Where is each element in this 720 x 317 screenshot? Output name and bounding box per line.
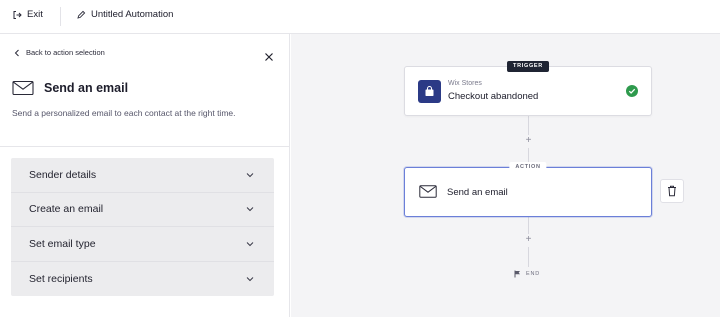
close-icon	[265, 53, 273, 61]
chevron-left-icon	[14, 49, 19, 56]
trigger-node[interactable]: TRIGGER Wix Stores Checkout abandoned	[404, 61, 652, 116]
action-label: Send an email	[447, 187, 508, 198]
flow-end-marker: END	[514, 270, 540, 278]
close-button[interactable]	[264, 49, 274, 67]
panel-description: Send a personalized email to each contac…	[12, 108, 236, 118]
trash-icon	[668, 185, 676, 197]
section-label: Create an email	[29, 203, 104, 216]
envelope-icon	[419, 185, 437, 198]
flag-icon	[514, 270, 520, 278]
trigger-event-name: Checkout abandoned	[448, 91, 539, 102]
topbar-divider	[60, 7, 61, 26]
action-settings-panel: Back to action selection Send an email S…	[0, 34, 290, 317]
top-bar: Exit Untitled Automation	[0, 0, 720, 34]
set-email-type-section[interactable]: Set email type	[11, 227, 274, 262]
trigger-tag: TRIGGER	[507, 61, 549, 72]
settings-accordion: Sender details Create an email Set email…	[11, 158, 274, 296]
automation-canvas[interactable]: + + TRIGGER Wix Stores Checkout abandone…	[291, 34, 720, 317]
delete-action-button[interactable]	[660, 179, 684, 203]
chevron-down-icon	[246, 207, 254, 212]
add-step-button[interactable]: +	[522, 135, 535, 148]
pencil-icon	[77, 10, 86, 19]
check-circle-icon	[626, 85, 638, 97]
chevron-down-icon	[246, 241, 254, 246]
section-label: Set recipients	[29, 272, 93, 285]
action-node[interactable]: ACTION Send an email	[404, 162, 652, 217]
automation-title-text: Untitled Automation	[91, 9, 174, 20]
sender-details-section[interactable]: Sender details	[11, 158, 274, 193]
add-step-button[interactable]: +	[522, 234, 535, 247]
section-label: Set email type	[29, 237, 96, 250]
automation-title[interactable]: Untitled Automation	[76, 9, 173, 20]
action-tag: ACTION	[509, 162, 547, 173]
shopping-bag-icon	[425, 86, 434, 96]
wix-stores-icon	[418, 80, 441, 103]
create-an-email-section[interactable]: Create an email	[11, 193, 274, 227]
back-to-action-selection-link[interactable]: Back to action selection	[14, 48, 105, 57]
panel-divider	[0, 146, 290, 147]
trigger-app-name: Wix Stores	[448, 80, 482, 87]
chevron-down-icon	[246, 276, 254, 281]
end-label: END	[526, 271, 541, 277]
panel-header: Send an email	[12, 80, 128, 96]
exit-icon	[13, 10, 22, 19]
set-recipients-section[interactable]: Set recipients	[11, 262, 274, 297]
section-label: Sender details	[29, 168, 97, 181]
envelope-icon	[12, 80, 34, 96]
chevron-down-icon	[246, 172, 254, 177]
exit-button[interactable]: Exit	[12, 9, 43, 20]
exit-label: Exit	[27, 9, 43, 20]
panel-title: Send an email	[44, 81, 129, 95]
back-label: Back to action selection	[26, 48, 105, 57]
